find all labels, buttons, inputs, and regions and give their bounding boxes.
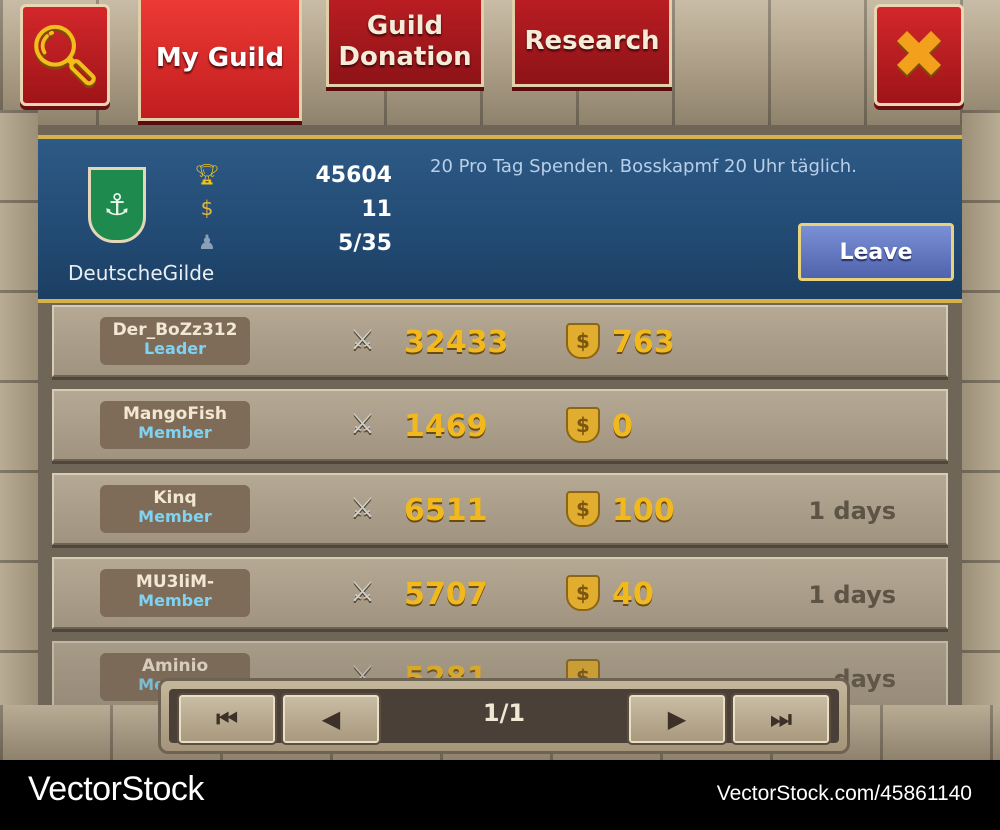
member-name: Aminio — [141, 656, 209, 676]
stone-right-border — [962, 110, 1000, 760]
guild-gold: 11 — [361, 197, 392, 222]
member-name: MangoFish — [122, 404, 227, 424]
guild-name: DeutscheGilde — [68, 261, 215, 285]
member-power: 32433 — [404, 325, 509, 360]
member-row[interactable]: MU3liM- Member ⚔ 5707 $ 40 1 days — [52, 557, 948, 629]
stone-left-border — [0, 110, 38, 760]
tab-my-guild[interactable]: My Guild — [138, 0, 302, 121]
gold-coin-icon: $ — [200, 196, 214, 220]
tab-guild-donation[interactable]: Guild Donation — [326, 0, 484, 87]
member-name-plate: Der_BoZz312 Leader — [100, 317, 250, 365]
watermark-bar: VectorStock VectorStock.com/45861140 — [0, 760, 1000, 830]
member-row[interactable]: Kinq Member ⚔ 6511 $ 100 1 days — [52, 473, 948, 545]
member-row[interactable]: Der_BoZz312 Leader ⚔ 32433 $ 763 — [52, 305, 948, 377]
search-icon: 🔍︎ — [28, 21, 102, 89]
member-power: 6511 — [404, 493, 488, 528]
search-button[interactable]: 🔍︎ — [20, 4, 110, 106]
guild-window: 🔍︎ My Guild Guild Donation Research ✖ ⚓ … — [0, 0, 1000, 760]
gold-coin-icon: $ — [566, 323, 600, 359]
skip-last-icon: ⏭︎ — [770, 705, 792, 733]
member-row[interactable]: MangoFish Member ⚔ 1469 $ 0 — [52, 389, 948, 461]
member-donation: 100 — [612, 493, 675, 528]
member-name: Kinq — [153, 488, 197, 508]
member-name-plate: MangoFish Member — [100, 401, 250, 449]
member-last-seen: 1 days — [808, 581, 896, 609]
close-button[interactable]: ✖ — [874, 4, 964, 106]
pagination-inner: ⏮︎ ◀ 1/1 ▶ ⏭︎ — [169, 689, 839, 745]
guild-info-panel: ⚓ DeutscheGilde 🏆︎ $ ♟ 45604 11 5/35 20 … — [38, 135, 962, 303]
ship-icon: ⚓ — [103, 187, 131, 223]
guild-member-count: 5/35 — [338, 231, 392, 256]
crossed-swords-icon: ⚔ — [350, 407, 376, 440]
watermark-id: VectorStock.com/45861140 — [716, 782, 972, 805]
member-donation: 0 — [612, 409, 633, 444]
gold-coin-icon: $ — [566, 407, 600, 443]
member-name-plate: Kinq Member — [100, 485, 250, 533]
member-name-plate: MU3liM- Member — [100, 569, 250, 617]
member-list[interactable]: Der_BoZz312 Leader ⚔ 32433 $ 763 MangoFi… — [52, 305, 948, 705]
member-name: Der_BoZz312 — [112, 320, 238, 340]
close-icon: ✖ — [891, 16, 947, 93]
member-role: Member — [138, 590, 212, 610]
member-donation: 40 — [612, 577, 654, 612]
gold-coin-icon: $ — [566, 491, 600, 527]
leave-button[interactable]: Leave — [798, 223, 954, 281]
member-role: Leader — [143, 338, 207, 358]
members-icon: ♟ — [198, 230, 216, 254]
watermark-logo: VectorStock — [28, 770, 204, 808]
triangle-right-icon: ▶ — [667, 705, 687, 733]
guild-trophies: 45604 — [315, 163, 392, 188]
crossed-swords-icon: ⚔ — [350, 491, 376, 524]
crossed-swords-icon: ⚔ — [350, 323, 376, 356]
gold-coin-icon: $ — [566, 575, 600, 611]
member-power: 5707 — [404, 577, 488, 612]
next-page-button[interactable]: ▶ — [627, 693, 727, 745]
member-last-seen: 1 days — [808, 497, 896, 525]
member-name: MU3liM- — [135, 572, 215, 592]
member-role: Member — [138, 506, 212, 526]
pagination-bar: ⏮︎ ◀ 1/1 ▶ ⏭︎ — [158, 678, 850, 754]
member-role: Member — [138, 422, 212, 442]
tab-research[interactable]: Research — [512, 0, 672, 87]
last-page-button[interactable]: ⏭︎ — [731, 693, 831, 745]
crossed-swords-icon: ⚔ — [350, 575, 376, 608]
guild-message: 20 Pro Tag Spenden. Bosskapmf 20 Uhr täg… — [430, 156, 857, 177]
member-donation: 763 — [612, 325, 675, 360]
trophy-icon: 🏆︎ — [194, 162, 220, 186]
guild-emblem: ⚓ — [88, 167, 146, 243]
member-power: 1469 — [404, 409, 488, 444]
